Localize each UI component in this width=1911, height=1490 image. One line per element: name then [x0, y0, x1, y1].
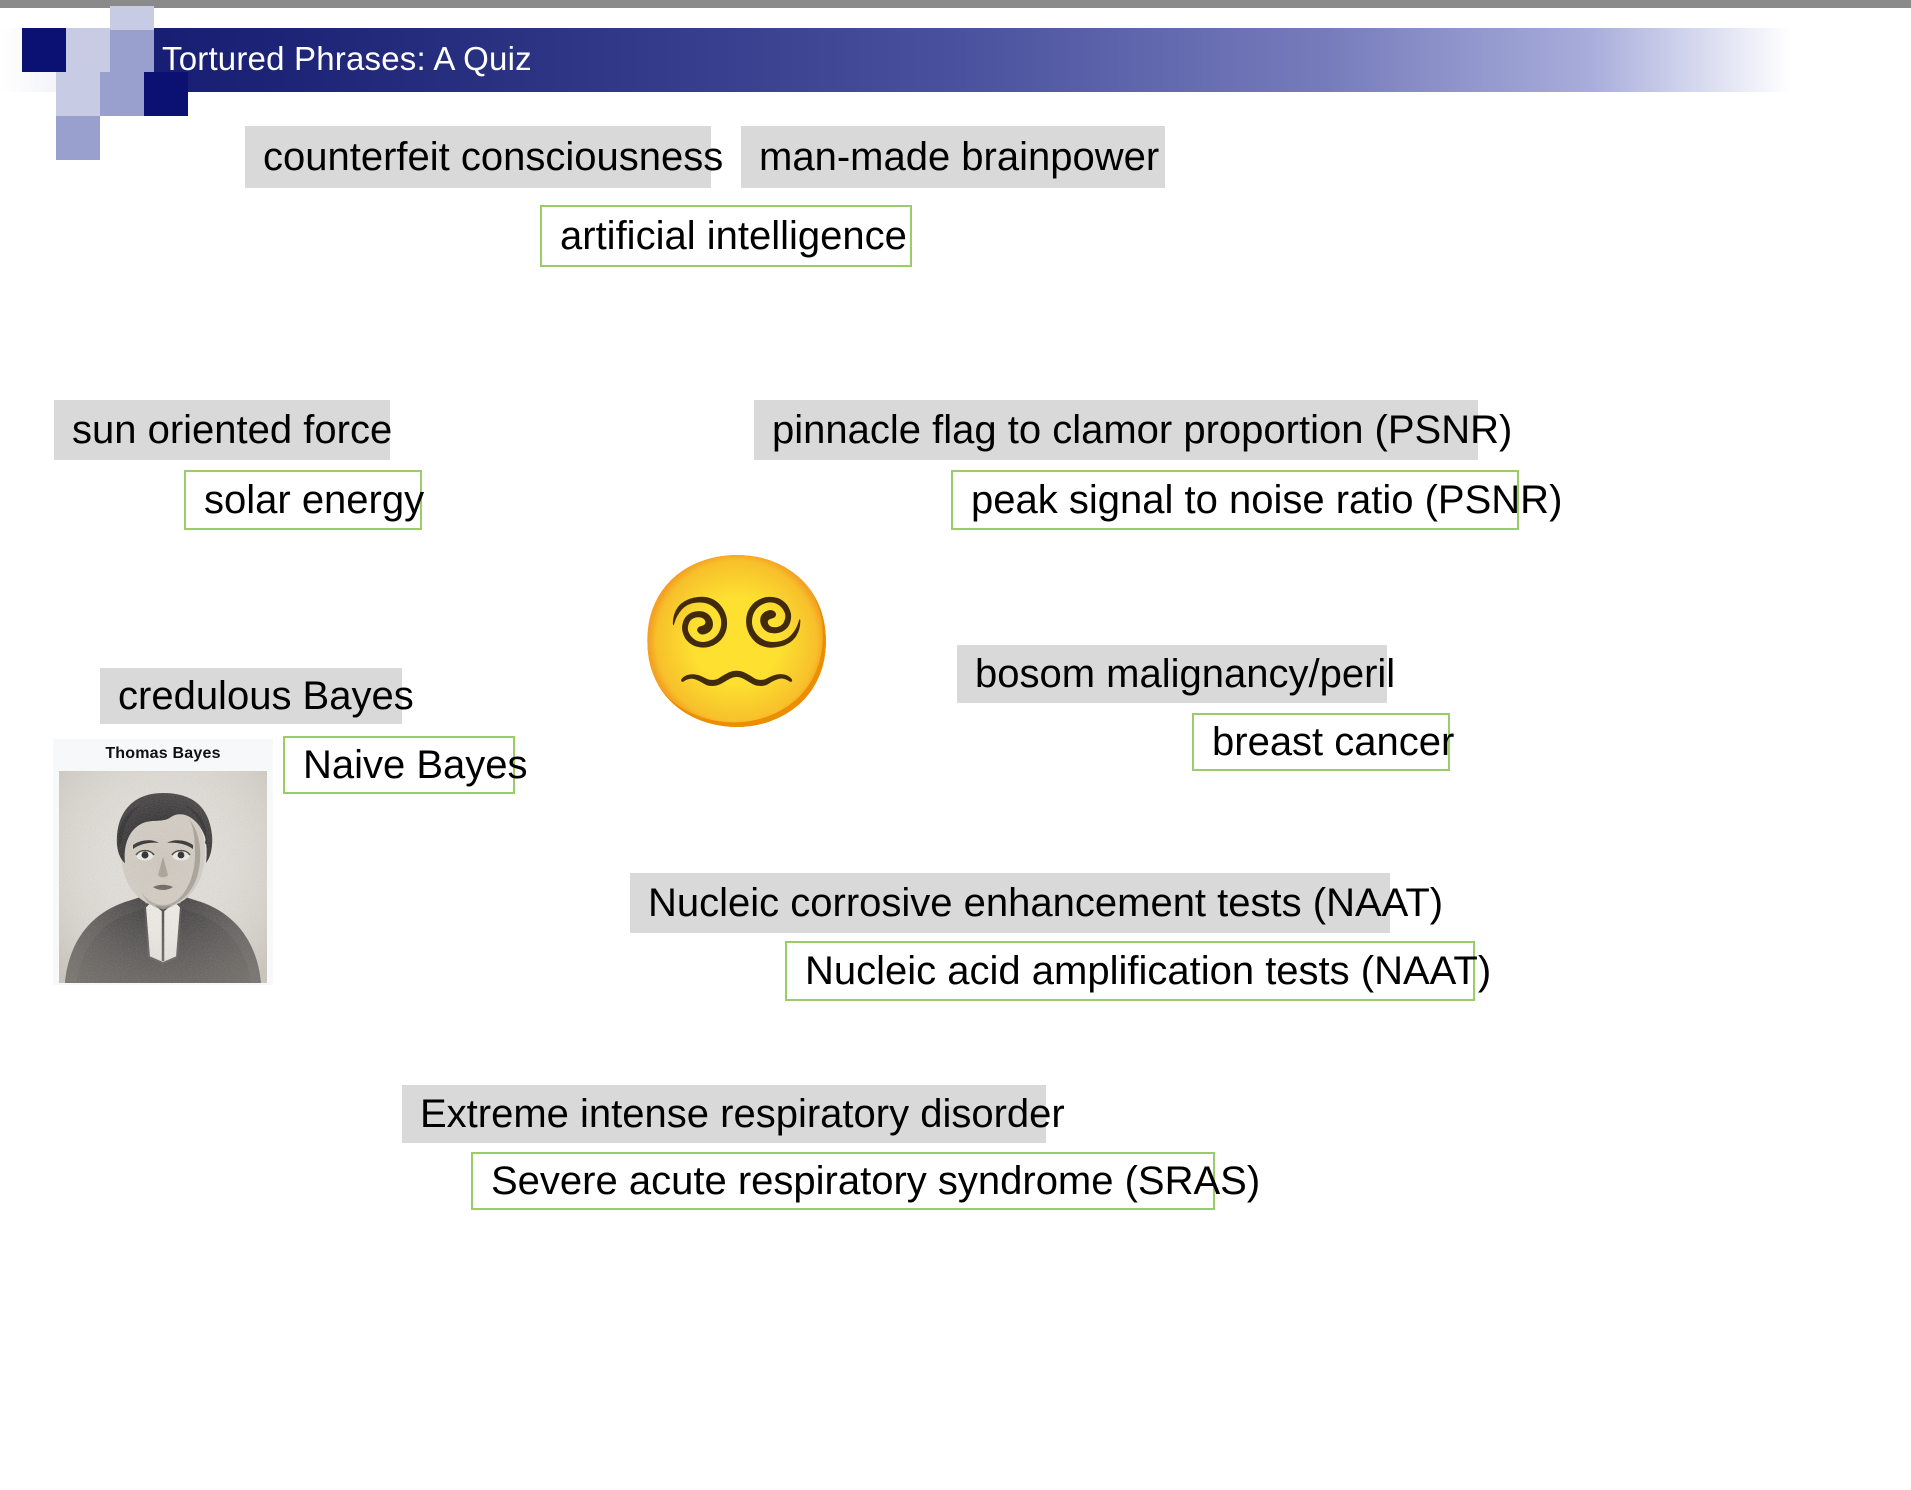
- deco-square-mid-3: [56, 116, 100, 160]
- tortured-phrase-cancer: bosom malignancy/peril: [957, 645, 1395, 703]
- tortured-phrase-naat: Nucleic corrosive enhancement tests (NAA…: [630, 873, 1443, 933]
- correct-phrase-ai: artificial intelligence: [540, 205, 912, 267]
- tortured-phrase-ai-1: counterfeit consciousness: [245, 126, 723, 188]
- page-title: Tortured Phrases: A Quiz: [162, 40, 532, 77]
- correct-phrase-naat: Nucleic acid amplification tests (NAAT): [785, 941, 1491, 1001]
- deco-square-mid-2: [100, 72, 144, 116]
- title-banner: Tortured Phrases: A Quiz: [0, 28, 1790, 92]
- thomas-bayes-engraving: [59, 771, 267, 983]
- correct-phrase-sras: Severe acute respiratory syndrome (SRAS): [471, 1152, 1260, 1210]
- correct-phrase-cancer: breast cancer: [1192, 713, 1454, 771]
- deco-square-dark-2: [144, 72, 188, 116]
- tortured-phrase-psnr: pinnacle flag to clamor proportion (PSNR…: [754, 400, 1512, 460]
- tortured-phrase-ai-2: man-made brainpower: [741, 126, 1165, 188]
- deco-square-light-1: [66, 28, 110, 72]
- tortured-phrase-sras: Extreme intense respiratory disorder: [402, 1085, 1065, 1143]
- deco-square-light-2: [56, 72, 100, 116]
- deco-square-dark-1: [22, 28, 66, 72]
- thomas-bayes-caption: Thomas Bayes: [105, 745, 221, 762]
- correct-phrase-bayes: Naive Bayes: [283, 736, 528, 794]
- correct-phrase-solar: solar energy: [184, 470, 424, 530]
- slide-canvas: Tortured Phrases: A Quiz counterfeit con…: [0, 0, 1911, 1490]
- face-with-spiral-eyes-icon: 😵‍💫: [632, 548, 842, 736]
- deco-square-light-top: [110, 6, 154, 30]
- tortured-phrase-solar: sun oriented force: [54, 400, 392, 460]
- deco-square-mid-1: [110, 28, 154, 72]
- tortured-phrase-bayes: credulous Bayes: [100, 668, 414, 724]
- top-rule: [0, 0, 1911, 8]
- thomas-bayes-portrait-card: Thomas Bayes: [53, 739, 273, 985]
- correct-phrase-psnr: peak signal to noise ratio (PSNR): [951, 470, 1562, 530]
